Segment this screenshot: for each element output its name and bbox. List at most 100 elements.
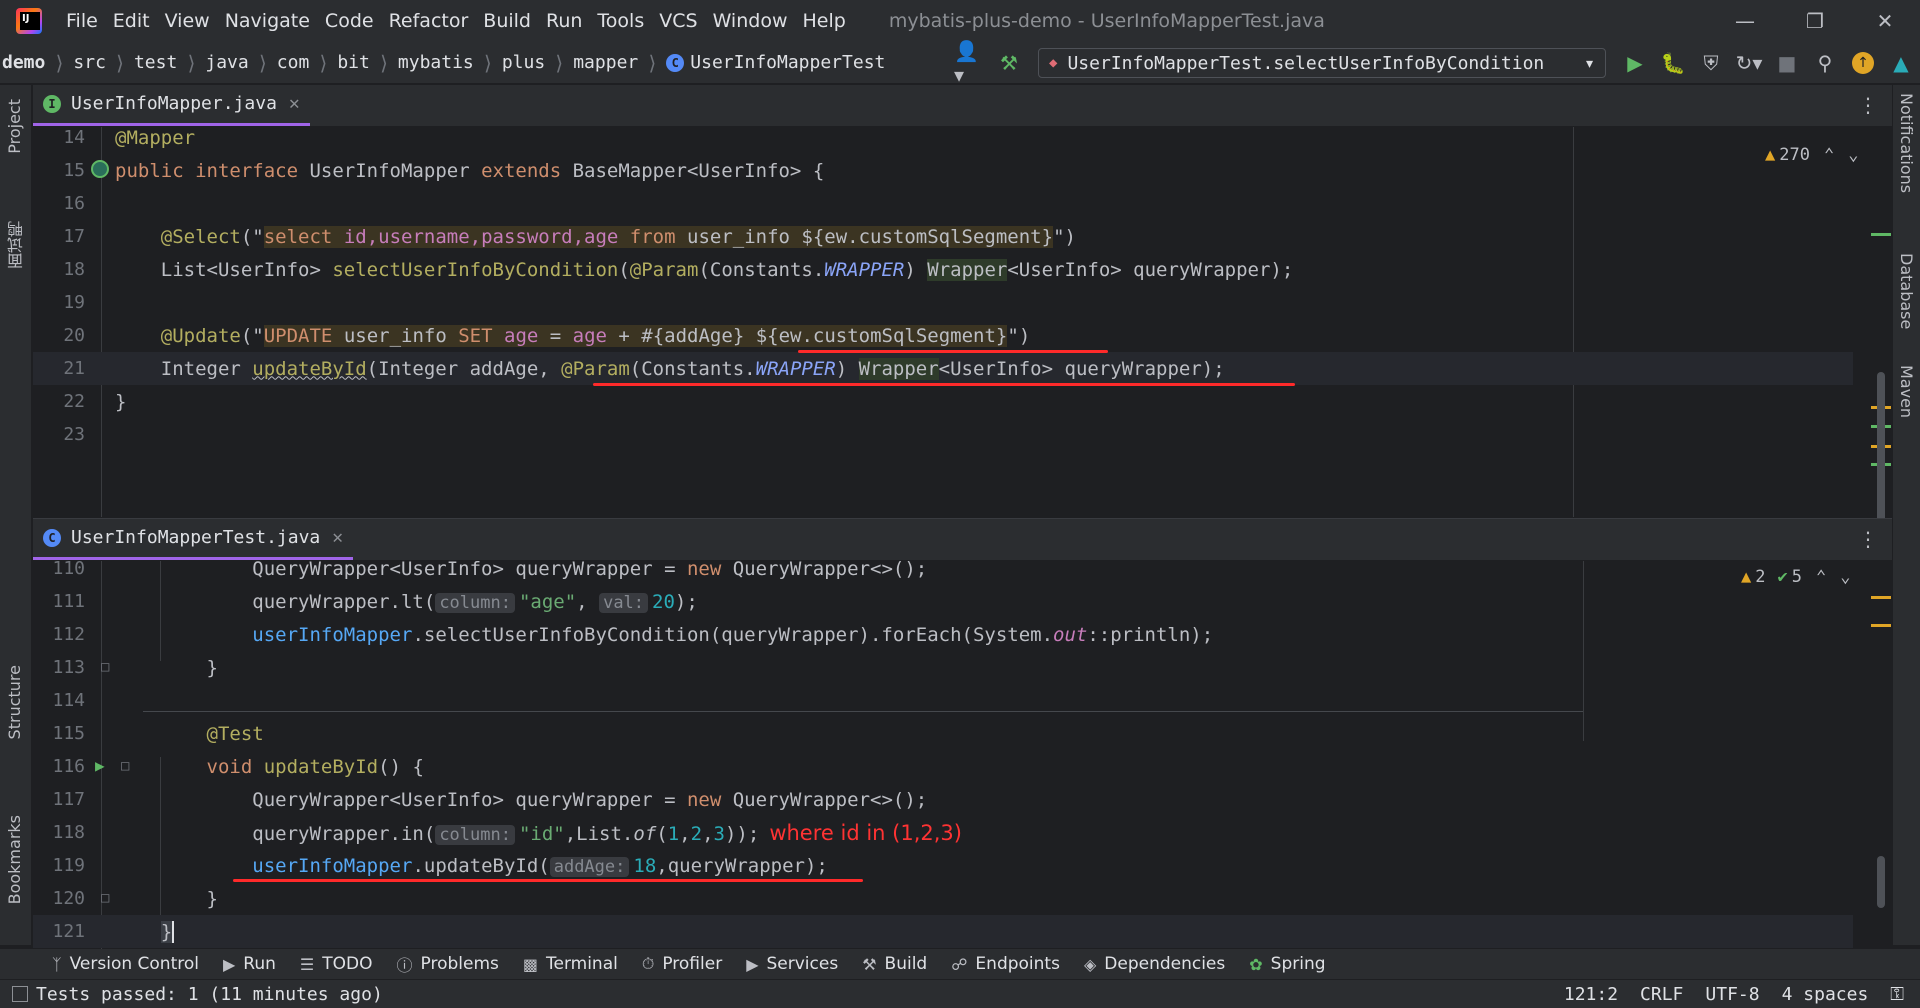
notifications-tool-button[interactable]: Notifications — [1897, 93, 1916, 193]
caret-position[interactable]: 121:2 — [1564, 984, 1618, 1005]
fold-icon[interactable]: □ — [101, 659, 109, 675]
side-tool-button[interactable]: 面试鸭 — [5, 221, 29, 269]
code-token: 20 — [652, 590, 675, 613]
breadcrumb-mybatis[interactable]: mybatis — [398, 52, 474, 73]
stop-icon[interactable]: ■ — [1770, 46, 1804, 80]
code-line[interactable]: 117 QueryWrapper<UserInfo> queryWrapper … — [33, 783, 1853, 816]
build-button[interactable]: ⚒ Build — [862, 954, 927, 974]
vertical-scrollbar[interactable] — [1877, 372, 1885, 522]
mybatis-mapper-icon[interactable] — [91, 160, 109, 178]
breadcrumb-demo[interactable]: demo — [2, 52, 45, 73]
debug-icon[interactable]: 🐛 — [1656, 46, 1690, 80]
coverage-icon[interactable]: ⛨ — [1694, 46, 1728, 80]
breadcrumb-mapper[interactable]: mapper — [573, 52, 638, 73]
code-line[interactable]: 22 } — [33, 385, 1853, 418]
vertical-scrollbar[interactable] — [1877, 856, 1885, 908]
breadcrumb-com[interactable]: com — [277, 52, 310, 73]
code-line[interactable]: 111 queryWrapper.lt(column: "age", val: 20… — [33, 585, 1853, 618]
lock-icon[interactable]: ⚿ — [1890, 984, 1904, 1005]
terminal-button[interactable]: ▩ Terminal — [523, 954, 618, 974]
file-encoding[interactable]: UTF-8 — [1705, 984, 1759, 1005]
menu-run[interactable]: Run — [546, 10, 582, 32]
code-line[interactable]: 121 } — [33, 915, 1853, 948]
fold-icon[interactable]: □ — [101, 890, 109, 906]
code-line[interactable]: 112 userInfoMapper.selectUserInfoByCondi… — [33, 618, 1853, 651]
code-token: ,queryWrapper); — [656, 854, 828, 877]
code-line[interactable]: 16 — [33, 187, 1853, 220]
dependencies-button[interactable]: ◈ Dependencies — [1084, 954, 1225, 974]
menu-edit[interactable]: Edit — [113, 10, 150, 32]
line-number: 111 — [52, 591, 85, 612]
tab-usermapper[interactable]: I UserInfoMapper.java ✕ — [33, 84, 310, 126]
endpoints-button[interactable]: ☍ Endpoints — [951, 954, 1060, 974]
todo-button[interactable]: ☰ TODO — [300, 954, 373, 974]
restore-icon[interactable]: ❐ — [1780, 0, 1850, 42]
code-line[interactable]: 114 — [33, 684, 1853, 717]
code-line[interactable]: 120 □ } — [33, 882, 1853, 915]
breadcrumb-src[interactable]: src — [73, 52, 106, 73]
close-tab-icon[interactable]: ✕ — [289, 93, 300, 114]
breadcrumb-class[interactable]: UserInfoMapperTest — [690, 52, 885, 73]
breadcrumb: demo ⟩ src ⟩ test ⟩ java ⟩ com ⟩ bit ⟩ mybatis… — [2, 51, 885, 75]
run-test-icon[interactable]: ▶ — [95, 756, 105, 775]
menu-vcs[interactable]: VCS — [659, 10, 697, 32]
menu-window[interactable]: Window — [713, 10, 788, 32]
menu-refactor[interactable]: Refactor — [389, 10, 469, 32]
intellij-logo-icon[interactable] — [16, 8, 42, 34]
version-control-button[interactable]: ᛉ Version Control — [52, 954, 199, 974]
user-icon[interactable]: 👤▾ — [954, 39, 988, 87]
menu-tools[interactable]: Tools — [597, 10, 644, 32]
menu-file[interactable]: File — [66, 10, 98, 32]
services-button[interactable]: ▶ Services — [746, 954, 838, 974]
code-line[interactable]: 17 @Select("select id,username,password,… — [33, 220, 1853, 253]
indent-setting[interactable]: 4 spaces — [1782, 984, 1869, 1005]
code-line[interactable]: 19 — [33, 286, 1853, 319]
menu-build[interactable]: Build — [483, 10, 531, 32]
structure-tool-button[interactable]: Structure — [5, 665, 24, 739]
code-line[interactable]: 115 @Test — [33, 717, 1853, 750]
code-line[interactable]: 119 userInfoMapper.updateById(addAge: 18,… — [33, 849, 1853, 882]
search-icon[interactable]: ⚲ — [1808, 46, 1842, 80]
database-tool-button[interactable]: Database — [1897, 253, 1916, 329]
spring-button[interactable]: ✿ Spring — [1249, 954, 1325, 974]
code-line[interactable]: 113 □ } — [33, 651, 1853, 684]
problems-button[interactable]: ⓘ Problems — [397, 952, 499, 976]
code-line[interactable]: 20 @Update("UPDATE user_info SET age = a… — [33, 319, 1853, 352]
run-icon[interactable]: ▶ — [1618, 46, 1652, 80]
code-line[interactable]: 15 public interface UserInfoMapper exten… — [33, 154, 1853, 187]
maven-tool-button[interactable]: Maven — [1897, 365, 1916, 418]
breadcrumb-bit[interactable]: bit — [337, 52, 370, 73]
menu-navigate[interactable]: Navigate — [225, 10, 310, 32]
breadcrumb-java[interactable]: java — [205, 52, 248, 73]
code-line[interactable]: 14 @Mapper — [33, 121, 1853, 154]
profiler-button[interactable]: ⏱ Profiler — [642, 954, 722, 974]
status-message[interactable]: Tests passed: 1 (11 minutes ago) — [36, 984, 383, 1005]
plugin-icon[interactable]: ▲ — [1884, 46, 1918, 80]
breadcrumb-test[interactable]: test — [134, 52, 177, 73]
code-line[interactable]: 118 queryWrapper.in(column: "id",List.of(… — [33, 816, 1853, 849]
close-tab-icon[interactable]: ✕ — [332, 527, 343, 548]
code-token: "age" — [518, 590, 577, 613]
project-tool-button[interactable]: Project — [5, 99, 24, 154]
code-line[interactable]: 116 ▶ □ void updateById() { — [33, 750, 1853, 783]
code-line[interactable]: 18 List<UserInfo> selectUserInfoByCondit… — [33, 253, 1853, 286]
minimize-icon[interactable]: — — [1710, 0, 1780, 42]
menu-view[interactable]: View — [165, 10, 210, 32]
run-configuration-select[interactable]: ◆ UserInfoMapperTest.selectUserInfoByCon… — [1038, 48, 1606, 78]
update-icon[interactable]: ↑ — [1846, 46, 1880, 80]
menu-help[interactable]: Help — [802, 10, 845, 32]
status-panel-toggle-icon[interactable] — [12, 986, 28, 1002]
run-tool-button[interactable]: ▶ Run — [223, 954, 276, 974]
menu-code[interactable]: Code — [325, 10, 374, 32]
breadcrumb-plus[interactable]: plus — [502, 52, 545, 73]
code-line[interactable]: 23 — [33, 418, 1853, 451]
more-icon[interactable]: ⋮ — [1858, 527, 1878, 551]
bookmarks-tool-button[interactable]: Bookmarks — [5, 815, 24, 904]
close-icon[interactable]: ✕ — [1850, 0, 1920, 42]
line-separator[interactable]: CRLF — [1640, 984, 1683, 1005]
build-hammer-icon[interactable]: ⚒ — [992, 46, 1026, 80]
more-icon[interactable]: ⋮ — [1858, 93, 1878, 117]
profile-icon[interactable]: ↻▾ — [1732, 46, 1766, 80]
code-line[interactable]: 110 QueryWrapper<UserInfo> queryWrapper … — [33, 552, 1853, 585]
code-line[interactable]: 21 Integer updateById(Integer addAge, @P… — [33, 352, 1853, 385]
